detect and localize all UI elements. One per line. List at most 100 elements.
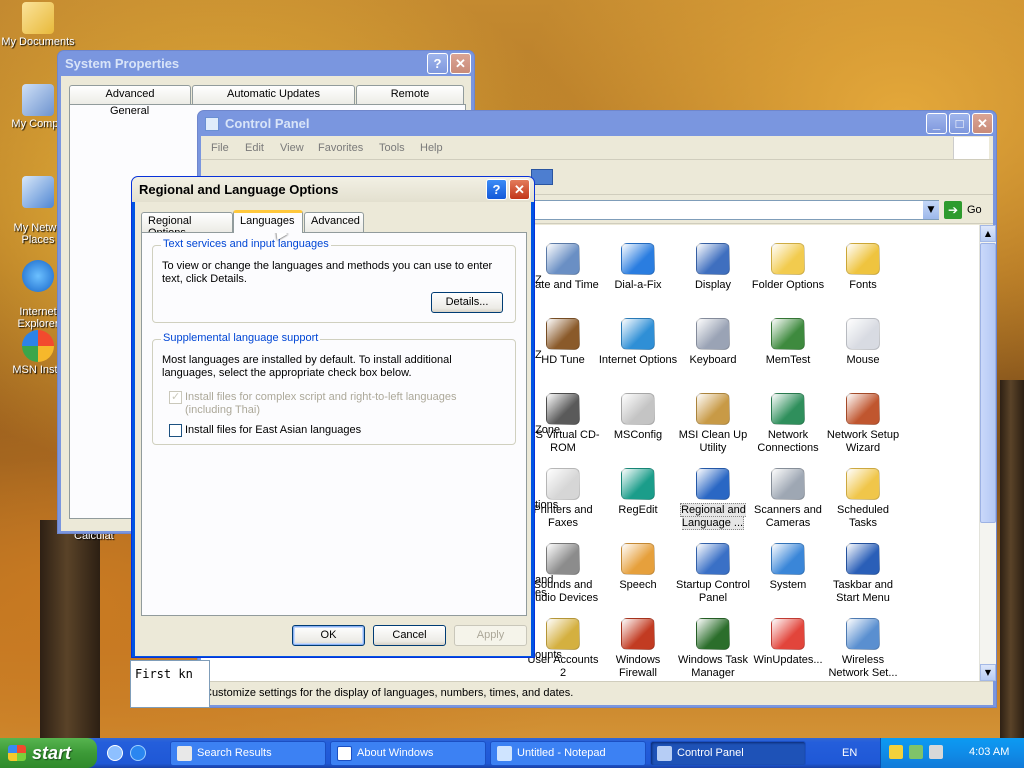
quick-launch-ie-icon[interactable] [130,745,146,761]
vertical-scrollbar[interactable]: ▲ ▼ [979,225,996,681]
cp-item-taskbar[interactable]: Taskbar and Start Menu [823,543,903,605]
cp-item-folder[interactable]: Folder Options [748,243,828,292]
task-about-windows[interactable]: About Windows [330,741,486,766]
cp-item-label: Startup Control Panel [676,579,750,604]
cp-item-speech[interactable]: Speech [598,543,678,592]
cancel-button[interactable]: Cancel [373,625,446,646]
maximize-button[interactable]: □ [949,113,970,134]
cp-item-wireless[interactable]: Wireless Network Set... [823,618,903,680]
help-button[interactable]: ? [486,179,507,200]
folder-icon [771,243,805,275]
menu-file[interactable]: File [211,142,229,154]
cp-item-date-time[interactable]: Date and Time [523,243,603,292]
display-icon [696,243,730,275]
language-indicator[interactable]: EN [842,747,857,759]
cp-item-scheduled-folder[interactable]: Scheduled Tasks [823,468,903,530]
cp-item-globe[interactable]: Internet Options [598,318,678,367]
tab-advanced[interactable]: Advanced [304,212,364,232]
cp-item-keyboard[interactable]: Keyboard [673,318,753,367]
cp-item-label: Folder Options [751,279,825,291]
task-search-results[interactable]: Search Results [170,741,326,766]
cp-item-fonts-folder[interactable]: Fonts [823,243,903,292]
cp-item-gear[interactable]: Dial-a-Fix [598,243,678,292]
menu-view[interactable]: View [280,142,304,154]
menu-favorites[interactable]: Favorites [318,142,363,154]
menu-edit[interactable]: Edit [245,142,264,154]
cp-item-label: Dial-a-Fix [614,279,662,291]
cp-item-task-manager[interactable]: Windows Task Manager [673,618,753,680]
go-arrow-icon[interactable]: ➔ [944,201,962,219]
tray-network-icon[interactable] [909,745,923,759]
control-panel-titlebar[interactable]: Control Panel _ □ ✕ [201,111,993,136]
cp-item-system[interactable]: System [748,543,828,592]
menu-tools[interactable]: Tools [379,142,405,154]
cp-item-regedit[interactable]: RegEdit [598,468,678,517]
cp-item-speaker[interactable]: Sounds and Audio Devices [523,543,603,605]
regional-language-dialog[interactable]: Regional and Language Options ? ✕ Region… [131,176,535,658]
close-button[interactable]: ✕ [450,53,471,74]
east-asian-label[interactable]: Install files for East Asian languages [185,424,361,437]
address-dropdown-button[interactable]: ▼ [923,201,939,219]
task-control-panel[interactable]: Control Panel [650,741,806,766]
tab-regional-options[interactable]: Regional Options [141,212,233,239]
close-button[interactable]: ✕ [509,179,530,200]
close-button[interactable]: ✕ [972,113,993,134]
system-properties-titlebar[interactable]: System Properties ? ✕ [61,51,471,76]
east-asian-checkbox[interactable] [169,424,182,437]
scroll-thumb[interactable] [980,243,996,523]
task-notepad[interactable]: Untitled - Notepad [490,741,646,766]
cp-item-network-globe[interactable]: Network Connections [748,393,828,455]
tab-automatic-updates[interactable]: Automatic Updates [192,85,355,105]
desktop-icon-my-documents[interactable]: My Documents [0,2,78,48]
details-button[interactable]: Details... [431,292,503,313]
apply-button[interactable]: Apply [454,625,527,646]
cp-item-label: Network Connections [757,429,819,454]
firewall-icon [621,618,655,650]
cp-item-keys[interactable]: User Accounts 2 [523,618,603,680]
cp-item-home-network[interactable]: Network Setup Wizard [823,393,903,455]
tab-remote[interactable]: Remote [356,85,464,105]
tab-general[interactable]: General [110,105,149,117]
fonts-folder-icon [846,243,880,275]
tab-languages[interactable]: Languages [233,210,303,233]
cp-item-label: Windows Firewall [615,654,661,679]
scroll-up-button[interactable]: ▲ [980,225,996,242]
quick-launch-desktop-icon[interactable] [107,745,123,761]
cp-item-hard-disk[interactable]: HD Tune [523,318,603,367]
start-button[interactable]: start [0,738,97,768]
cp-item-label: Internet Options [598,354,678,366]
system-icon [771,543,805,575]
menu-bar: File Edit View Favorites Tools Help [201,136,993,160]
go-button[interactable]: Go [967,204,982,216]
cp-item-regional-globe[interactable]: Regional and Language ... [673,468,753,530]
tray-security-icon[interactable] [889,745,903,759]
cp-item-label: Scheduled Tasks [837,504,889,529]
printer-icon [546,468,580,500]
dialog-titlebar[interactable]: Regional and Language Options ? ✕ [132,177,534,202]
cp-item-startup[interactable]: Startup Control Panel [673,543,753,605]
cp-item-firewall[interactable]: Windows Firewall [598,618,678,680]
tray-volume-icon[interactable] [929,745,943,759]
group-description: To view or change the languages and meth… [162,260,493,285]
desktop-icon-label: My Documents [1,36,75,48]
cp-item-printer[interactable]: Printers and Faxes [523,468,603,530]
tab-advanced[interactable]: Advanced [69,85,191,105]
complex-script-checkbox[interactable] [169,390,182,404]
cp-item-display[interactable]: Display [673,243,753,292]
cp-item-broom[interactable]: MSI Clean Up Utility [673,393,753,455]
menu-help[interactable]: Help [420,142,443,154]
cp-item-mouse[interactable]: Mouse [823,318,903,367]
help-button[interactable]: ? [427,53,448,74]
ok-button[interactable]: OK [292,625,365,646]
minimize-button[interactable]: _ [926,113,947,134]
address-input[interactable] [531,200,939,220]
cp-item-memory[interactable]: MemTest [748,318,828,367]
clock[interactable]: 4:03 AM [969,746,1009,758]
cp-item-scanner[interactable]: Scanners and Cameras [748,468,828,530]
cp-item-cd[interactable]: MS Virtual CD-ROM [523,393,603,455]
cp-item-msconfig[interactable]: MSConfig [598,393,678,442]
cp-item-windows-flag[interactable]: WinUpdates... [748,618,828,667]
group-description: Most languages are installed by default.… [162,354,452,379]
cp-item-label: Regional and Language ... [680,503,746,530]
scroll-down-button[interactable]: ▼ [980,664,996,681]
